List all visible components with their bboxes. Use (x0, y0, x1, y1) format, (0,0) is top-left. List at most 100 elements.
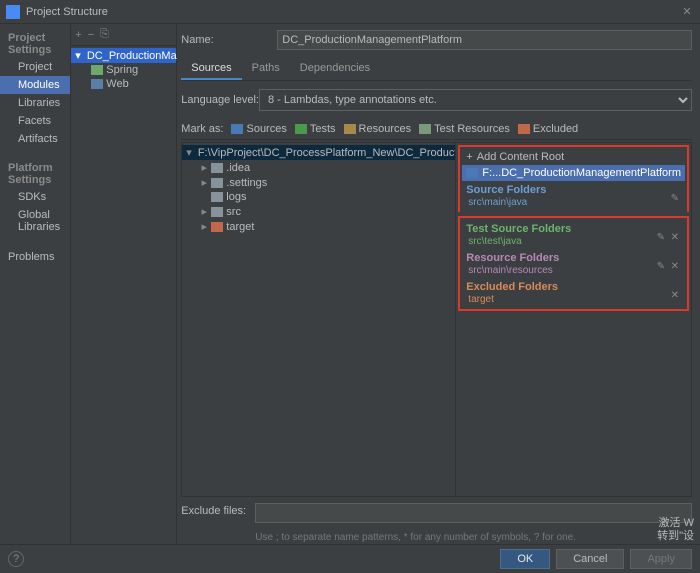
web-icon (91, 79, 103, 89)
exclude-files-input[interactable] (255, 503, 692, 523)
section-value: src\main\resources (466, 265, 681, 276)
section-header: Source Folders (466, 183, 681, 197)
name-label: Name: (181, 34, 277, 46)
folder-icon (211, 163, 223, 173)
chevron-right-icon: ▸ (200, 161, 208, 174)
close-icon[interactable]: ✕ (680, 5, 694, 19)
platform-settings-header: Platform Settings (0, 158, 70, 188)
module-tree: ▾ DC_ProductionManager Spring Web (71, 46, 176, 93)
language-level-label: Language level: (181, 94, 259, 106)
edit-icon[interactable]: ✎ (657, 261, 665, 272)
mark-test-resources[interactable]: Test Resources (419, 123, 510, 135)
mark-tests[interactable]: Tests (295, 123, 336, 135)
mark-as-label: Mark as: (181, 123, 223, 135)
language-level-select[interactable]: 8 - Lambdas, type annotations etc. (259, 89, 692, 111)
folder-logs[interactable]: logs (182, 190, 455, 204)
module-toolbar: + − ⎘ (71, 24, 176, 46)
folder-settings[interactable]: ▸ .settings (182, 175, 455, 190)
folder-target[interactable]: ▸ target (182, 219, 455, 234)
folder-icon (211, 192, 223, 202)
cancel-button[interactable]: Cancel (556, 549, 624, 569)
edit-icon[interactable]: ✎ (671, 193, 679, 204)
section-value: src\test\java (466, 236, 681, 247)
sources-icon (231, 124, 243, 134)
test-source-folders-section: Test Source Folders src\test\java ✎ ✕ (462, 220, 685, 249)
remove-module-icon[interactable]: − (88, 29, 94, 41)
titlebar: Project Structure ✕ (0, 0, 700, 24)
mark-excluded[interactable]: Excluded (518, 123, 578, 135)
edit-icon[interactable]: ✎ (657, 232, 665, 243)
mark-resources[interactable]: Resources (344, 123, 412, 135)
module-tabs: Sources Paths Dependencies (181, 58, 692, 81)
mark-sources[interactable]: Sources (231, 123, 286, 135)
module-details: Name: Sources Paths Dependencies Languag… (177, 24, 700, 544)
close-icon[interactable]: ✕ (671, 261, 679, 272)
tab-paths[interactable]: Paths (242, 58, 290, 80)
copy-module-icon[interactable]: ⎘ (100, 28, 109, 41)
help-icon[interactable]: ? (8, 551, 24, 567)
tab-dependencies[interactable]: Dependencies (290, 58, 380, 80)
spring-icon (91, 65, 103, 75)
facet-label: Web (106, 78, 128, 90)
node-label: .settings (226, 177, 267, 189)
sidebar-item-modules[interactable]: Modules (0, 76, 70, 94)
section-header: Test Source Folders (466, 222, 681, 236)
sidebar-item-global-libraries[interactable]: Global Libraries (0, 206, 70, 236)
add-module-icon[interactable]: + (75, 29, 81, 41)
node-label: target (226, 221, 254, 233)
facet-spring[interactable]: Spring (71, 63, 176, 77)
source-tree: ▾ F:\VipProject\DC_ProcessPlatform_New\D… (182, 143, 456, 496)
content-root[interactable]: F:...DC_ProductionManagementPlatform (462, 165, 685, 181)
test-resources-icon (419, 124, 431, 134)
tab-sources[interactable]: Sources (181, 58, 241, 80)
module-list-pane: + − ⎘ ▾ DC_ProductionManager Spring Web (71, 24, 177, 544)
close-icon[interactable]: ✕ (671, 232, 679, 243)
exclude-hint: Use ; to separate name patterns, * for a… (181, 529, 692, 544)
sidebar-item-artifacts[interactable]: Artifacts (0, 130, 70, 148)
section-header: Resource Folders (466, 251, 681, 265)
source-folders-section: Source Folders src\main\java ✎ (462, 181, 685, 210)
main-area: Project Settings Project Modules Librari… (0, 24, 700, 544)
content-root-node[interactable]: ▾ F:\VipProject\DC_ProcessPlatform_New\D… (182, 145, 455, 160)
app-icon (6, 5, 20, 19)
apply-button[interactable]: Apply (630, 549, 692, 569)
module-name-input[interactable] (277, 30, 692, 50)
section-header: Excluded Folders (466, 280, 681, 294)
settings-sidebar: Project Settings Project Modules Librari… (0, 24, 71, 544)
sidebar-item-problems[interactable]: Problems (0, 248, 70, 266)
sources-work-area: ▾ F:\VipProject\DC_ProcessPlatform_New\D… (181, 142, 692, 497)
chevron-down-icon: ▾ (75, 49, 81, 62)
content-roots-pane: +Add Content Root F:...DC_ProductionMana… (456, 143, 691, 496)
sidebar-item-libraries[interactable]: Libraries (0, 94, 70, 112)
mark-as-bar: Mark as: Sources Tests Resources Test Re… (181, 119, 692, 140)
add-content-root[interactable]: +Add Content Root (462, 149, 685, 165)
project-settings-header: Project Settings (0, 28, 70, 58)
node-label: F:\VipProject\DC_ProcessPlatform_New\DC_… (198, 147, 456, 159)
folder-idea[interactable]: ▸ .idea (182, 160, 455, 175)
window-title: Project Structure (26, 6, 680, 18)
section-value: target (466, 294, 681, 305)
chevron-right-icon: ▸ (200, 205, 208, 218)
node-label: .idea (226, 162, 250, 174)
tests-icon (295, 124, 307, 134)
facet-web[interactable]: Web (71, 77, 176, 91)
module-root[interactable]: ▾ DC_ProductionManager (71, 48, 176, 63)
language-level-row: Language level: 8 - Lambdas, type annota… (181, 81, 692, 119)
facet-label: Spring (106, 64, 138, 76)
sidebar-item-sdks[interactable]: SDKs (0, 188, 70, 206)
ok-button[interactable]: OK (500, 549, 550, 569)
folder-icon (211, 207, 223, 217)
name-row: Name: (181, 24, 692, 56)
close-icon[interactable]: ✕ (671, 290, 679, 301)
resources-icon (344, 124, 356, 134)
sidebar-item-facets[interactable]: Facets (0, 112, 70, 130)
folder-src[interactable]: ▸src (182, 204, 455, 219)
highlight-box-top: +Add Content Root F:...DC_ProductionMana… (458, 145, 689, 212)
chevron-right-icon: ▸ (200, 176, 208, 189)
node-label: logs (226, 191, 246, 203)
sidebar-item-project[interactable]: Project (0, 58, 70, 76)
chevron-down-icon: ▾ (186, 146, 192, 159)
plus-icon: + (466, 151, 472, 163)
chevron-right-icon: ▸ (200, 220, 208, 233)
resource-folders-section: Resource Folders src\main\resources ✎ ✕ (462, 249, 685, 278)
